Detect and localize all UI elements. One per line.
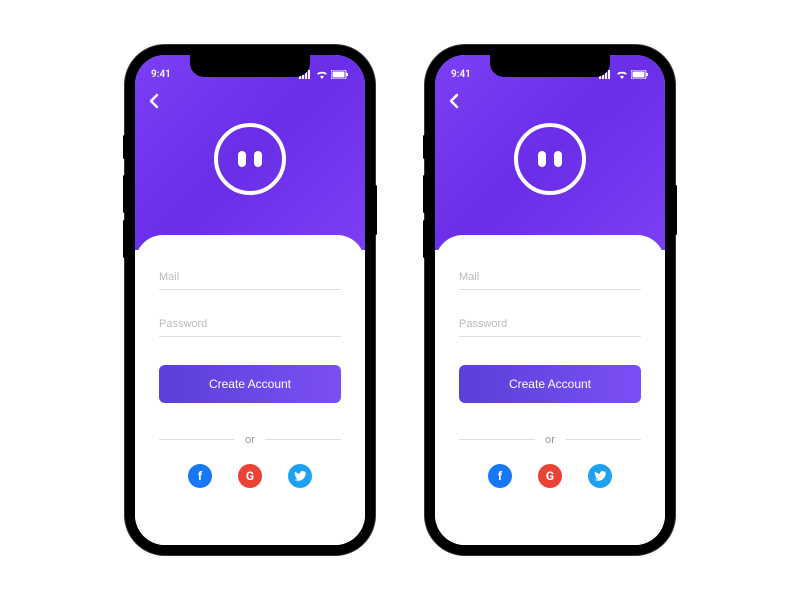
side-button [423,175,426,213]
side-button [374,185,377,235]
side-button [123,220,126,258]
password-field[interactable] [159,312,341,337]
header: 9:41 [435,55,665,250]
chevron-left-icon [149,93,159,109]
header: 9:41 [135,55,365,250]
battery-icon [331,70,349,79]
twitter-button[interactable] [588,464,612,488]
battery-icon [631,70,649,79]
facebook-icon: f [498,469,502,483]
twitter-button[interactable] [288,464,312,488]
notch [490,55,610,77]
side-button [674,185,677,235]
screen: 9:41 Create Account [435,55,665,545]
google-icon: G [246,469,254,483]
side-button [123,175,126,213]
divider-line [459,439,535,440]
chevron-left-icon [449,93,459,109]
mail-field[interactable] [459,265,641,290]
divider: or [159,433,341,446]
side-button [423,220,426,258]
google-icon: G [546,469,554,483]
logo-eye [554,151,562,167]
create-account-button[interactable]: Create Account [159,365,341,403]
create-account-button[interactable]: Create Account [459,365,641,403]
password-group [159,312,341,337]
social-row: f G [159,464,341,488]
status-time: 9:41 [451,69,471,80]
mail-group [159,265,341,290]
facebook-button[interactable]: f [188,464,212,488]
status-time: 9:41 [151,69,171,80]
twitter-icon [294,471,306,481]
notch [190,55,310,77]
facebook-icon: f [198,469,202,483]
social-row: f G [459,464,641,488]
divider-line [565,439,641,440]
divider-text: or [545,433,555,446]
wifi-icon [616,70,628,79]
divider-line [265,439,341,440]
password-group [459,312,641,337]
side-button [123,135,126,159]
app-logo [514,123,586,195]
phone-mockup-left: 9:41 Create Account [125,45,375,555]
divider: or [459,433,641,446]
back-button[interactable] [149,93,159,113]
wifi-icon [316,70,328,79]
google-button[interactable]: G [538,464,562,488]
divider-line [159,439,235,440]
screen: 9:41 Create Account [135,55,365,545]
facebook-button[interactable]: f [488,464,512,488]
logo-eye [254,151,262,167]
password-field[interactable] [459,312,641,337]
google-button[interactable]: G [238,464,262,488]
twitter-icon [594,471,606,481]
phone-mockup-right: 9:41 Create Account [425,45,675,555]
logo-eye [238,151,246,167]
divider-text: or [245,433,255,446]
app-logo [214,123,286,195]
signup-card: Create Account or f G [435,235,665,545]
side-button [423,135,426,159]
mail-group [459,265,641,290]
signup-card: Create Account or f G [135,235,365,545]
back-button[interactable] [449,93,459,113]
logo-eye [538,151,546,167]
mail-field[interactable] [159,265,341,290]
